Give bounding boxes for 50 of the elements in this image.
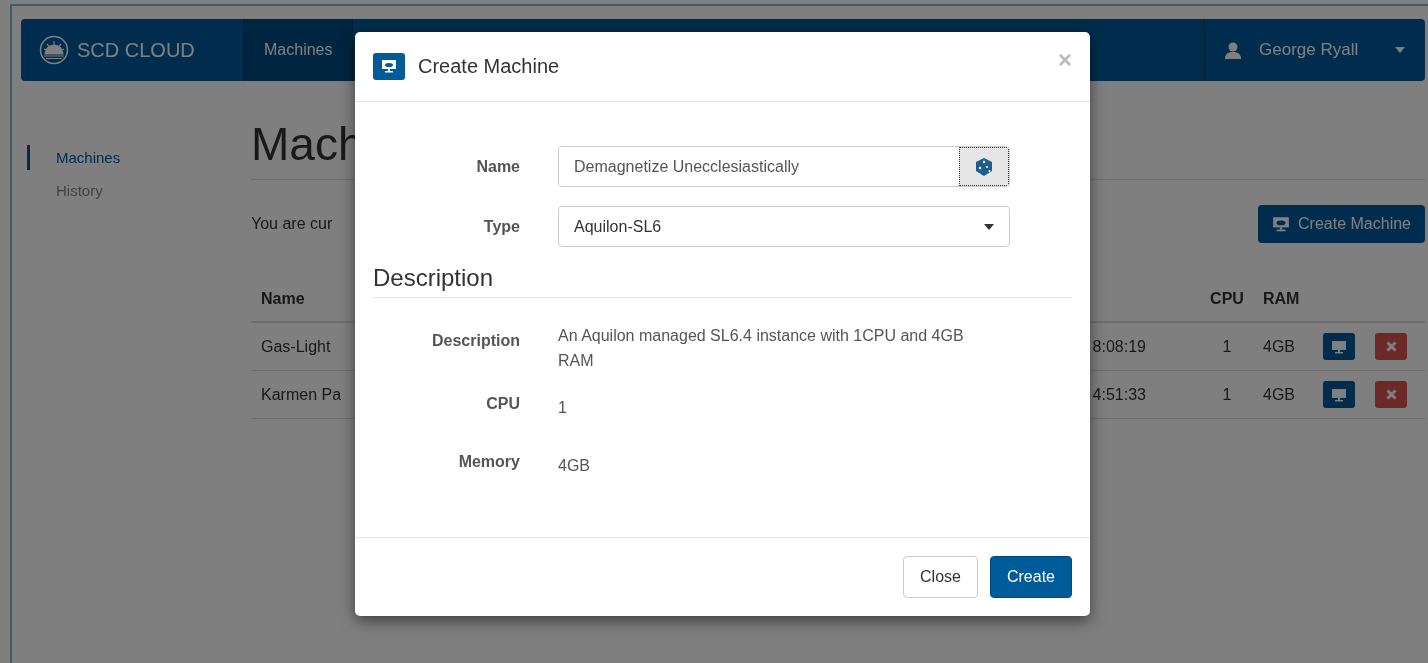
sunrise-logo-icon (39, 35, 69, 65)
delete-button[interactable] (1375, 333, 1407, 360)
sidebar-item[interactable]: History (27, 178, 251, 203)
table-cell: Gas-Light (261, 337, 331, 356)
caret-icon (984, 223, 994, 230)
close-button[interactable]: Close (903, 556, 978, 598)
intro-text: You are cur (251, 215, 333, 233)
section-heading: Description (373, 264, 1072, 298)
detail-value: 1 (558, 398, 568, 418)
close-icon (1385, 341, 1397, 352)
monitor-icon (1331, 338, 1347, 355)
modal-title: Create Machine (418, 55, 561, 78)
detail-value: An Aquilon managed SL6.4 instance with 1CPU and 4GB RAM (558, 326, 965, 371)
monitor-icon (373, 53, 405, 80)
type-select[interactable]: Aquilon-SL6 (558, 206, 1010, 247)
field-label: Name (475, 157, 520, 176)
create-machine-button[interactable]: Create Machine (1258, 205, 1425, 243)
caret-icon (1395, 47, 1405, 53)
monitor-icon (1272, 215, 1291, 233)
dice-icon (974, 156, 994, 177)
brand-name[interactable]: SCD CLOUD (77, 38, 195, 62)
console-button[interactable] (1323, 333, 1355, 360)
sidebar-item[interactable]: Machines (27, 145, 251, 170)
detail-value: 4GB (558, 456, 591, 476)
table-cell: 8:08:19 (1092, 337, 1146, 356)
monitor-icon (1331, 386, 1347, 403)
table-cell: 4:51:33 (1092, 385, 1146, 404)
detail-label: Description (431, 331, 520, 350)
console-button[interactable] (1323, 381, 1355, 408)
user-name: George Ryall (1259, 40, 1360, 60)
name-field[interactable]: Demagnetize Unecclesiastically (558, 146, 1010, 187)
create-button[interactable]: Create (989, 556, 1072, 598)
column-header: RAM (1263, 290, 1300, 308)
close-button[interactable]: × (1058, 46, 1072, 74)
column-header: Name (261, 290, 305, 308)
table-cell: 1 (1222, 385, 1232, 404)
table-cell: Karmen Pa (261, 385, 342, 404)
field-label: Type (482, 217, 520, 236)
detail-label: Memory (457, 453, 520, 471)
column-header: CPU (1210, 290, 1244, 308)
random-name-button[interactable] (959, 147, 1009, 186)
delete-button[interactable] (1375, 381, 1407, 408)
user-icon (1225, 41, 1241, 59)
detail-label: CPU (485, 395, 520, 413)
table-cell: 4GB (1263, 385, 1295, 404)
close-icon (1385, 389, 1397, 400)
table-cell: 4GB (1263, 337, 1295, 356)
user-menu[interactable]: George Ryall (1204, 19, 1425, 81)
table-cell: 1 (1222, 337, 1232, 356)
nav-item[interactable]: Machines (244, 19, 354, 81)
